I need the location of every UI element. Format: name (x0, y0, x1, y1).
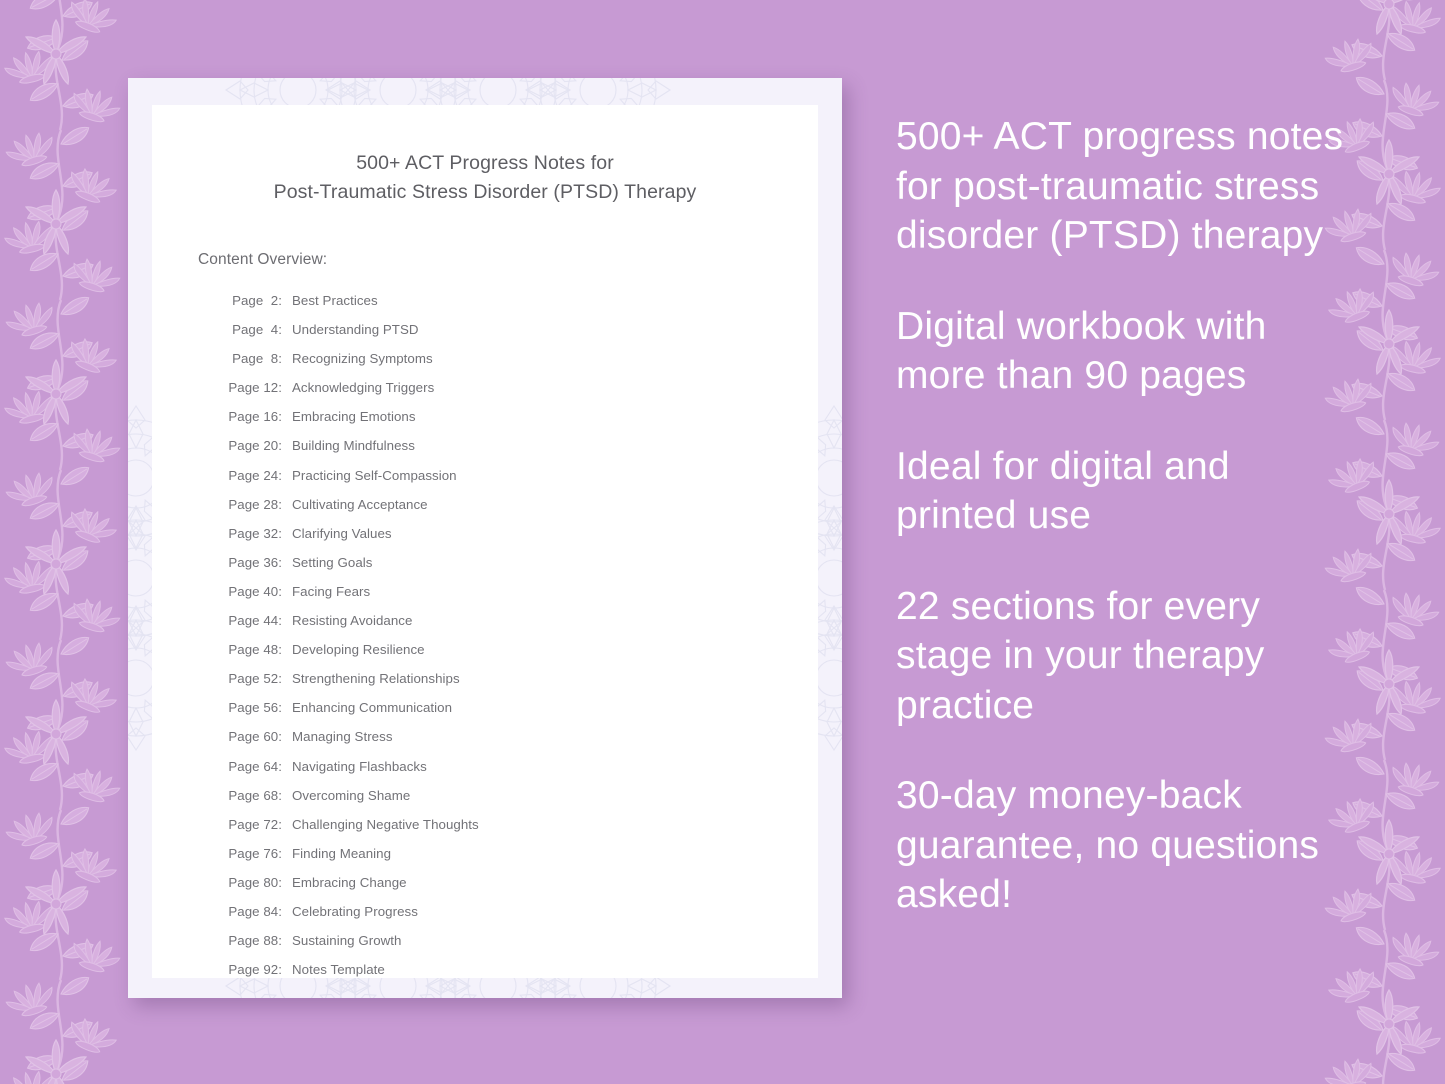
toc-section-title: Managing Stress (292, 729, 393, 745)
toc-section-title: Best Practices (292, 293, 378, 308)
content-overview-label: Content Overview: (198, 251, 328, 268)
toc-section-title: Understanding PTSD (292, 322, 419, 338)
toc-section-title: Strengthening Relationships (292, 671, 460, 687)
toc-section-title: Acknowledging Triggers (292, 380, 435, 396)
list-item: Page 52: Strengthening Relationships (222, 664, 772, 693)
list-item: Page 20: Building Mindfulness (222, 431, 772, 460)
toc-section-title: Celebrating Progress (292, 903, 418, 919)
list-item: Page 2: Best Practices (222, 286, 772, 315)
marketing-feature-list: 500+ ACT progress notes for post-traumat… (896, 112, 1348, 920)
marketing-block-usage: Ideal for digital and printed use (896, 444, 1230, 538)
marketing-block-guarantee: 30-day money-back guarantee, no question… (896, 774, 1320, 916)
toc-section-title: Facing Fears (292, 583, 371, 599)
table-of-contents-list: Page 2: Best Practices Page 4: Understan… (222, 286, 772, 984)
toc-page-number: Page 36: (228, 554, 282, 570)
toc-page-number: Page 88: (228, 933, 282, 949)
toc-page-number: Page 84: (228, 903, 282, 919)
list-item: Page 16: Embracing Emotions (222, 402, 772, 431)
toc-section-title: Setting Goals (292, 554, 373, 570)
toc-page-number: Page 8: (232, 351, 282, 367)
toc-page-number: Page 20: (228, 438, 282, 454)
toc-page-number: Page 24: (228, 467, 282, 483)
marketing-block-page-count: Digital workbook with more than 90 pages (896, 304, 1267, 398)
list-item: Page 92: Notes Template (222, 955, 772, 984)
toc-page-number: Page 4: (232, 322, 282, 338)
toc-section-title: Embracing Change (292, 874, 407, 890)
list-item: Page 40: Facing Fears (222, 577, 772, 606)
toc-page-number: Page 12: (228, 380, 282, 396)
toc-section-title: Embracing Emotions (292, 409, 416, 425)
toc-page-number: Page 92: (228, 962, 282, 978)
toc-page-number: Page 48: (228, 642, 282, 658)
toc-page-number: Page 52: (228, 671, 282, 687)
toc-section-title: Sustaining Growth (292, 933, 402, 949)
list-item: Page 56: Enhancing Communication (222, 693, 772, 722)
toc-section-title: Developing Resilience (292, 642, 425, 658)
toc-page-number: Page 56: (228, 700, 282, 716)
toc-section-title: Clarifying Values (292, 525, 392, 541)
list-item: Page 48: Developing Resilience (222, 635, 772, 664)
toc-page-number: Page 28: (228, 496, 282, 512)
toc-section-title: Overcoming Shame (292, 787, 411, 803)
floral-border-left-icon (0, 0, 122, 1084)
toc-section-title: Notes Template (292, 962, 385, 978)
toc-section-title: Recognizing Symptoms (292, 351, 433, 367)
page-title: 500+ ACT Progress Notes for Post-Traumat… (198, 149, 772, 207)
toc-section-title: Enhancing Communication (292, 700, 453, 716)
list-item: Page 68: Overcoming Shame (222, 781, 772, 810)
list-item: Page 28: Cultivating Acceptance (222, 490, 772, 519)
list-item: Page 44: Resisting Avoidance (222, 606, 772, 635)
toc-page-number: Page 64: (228, 758, 282, 774)
list-item: Page 32: Clarifying Values (222, 519, 772, 548)
document-page-sheet: 500+ ACT Progress Notes for Post-Traumat… (152, 105, 818, 978)
toc-section-title: Resisting Avoidance (292, 613, 413, 629)
list-item: Page 84: Celebrating Progress (222, 897, 772, 926)
toc-page-number: Page 16: (228, 409, 282, 425)
page-title-line-2: Post-Traumatic Stress Disorder (PTSD) Th… (273, 181, 697, 203)
page-title-line-1: 500+ ACT Progress Notes for (356, 152, 614, 174)
list-item: Page 88: Sustaining Growth (222, 926, 772, 955)
list-item: Page 4: Understanding PTSD (222, 315, 772, 344)
list-item: Page 60: Managing Stress (222, 722, 772, 751)
toc-section-title: Challenging Negative Thoughts (292, 816, 479, 832)
list-item: Page 24: Practicing Self-Compassion (222, 461, 772, 490)
list-item: Page 72: Challenging Negative Thoughts (222, 810, 772, 839)
list-item: Page 64: Navigating Flashbacks (222, 752, 772, 781)
toc-section-title: Navigating Flashbacks (292, 758, 427, 774)
list-item: Page 76: Finding Meaning (222, 839, 772, 868)
toc-page-number: Page 40: (228, 583, 282, 599)
toc-page-number: Page 60: (228, 729, 282, 745)
toc-section-title: Practicing Self-Compassion (292, 467, 457, 483)
toc-section-title: Building Mindfulness (292, 438, 415, 454)
toc-page-number: Page 76: (228, 845, 282, 861)
toc-page-number: Page 2: (232, 293, 282, 308)
toc-section-title: Finding Meaning (292, 845, 392, 861)
marketing-block-product-summary: 500+ ACT progress notes for post-traumat… (896, 115, 1344, 257)
list-item: Page 8: Recognizing Symptoms (222, 344, 772, 373)
list-item: Page 80: Embracing Change (222, 868, 772, 897)
toc-section-title: Cultivating Acceptance (292, 496, 428, 512)
marketing-block-sections: 22 sections for every stage in your ther… (896, 584, 1265, 727)
toc-page-number: Page 72: (228, 816, 282, 832)
toc-page-number: Page 44: (228, 613, 282, 629)
toc-page-number: Page 68: (228, 787, 282, 803)
product-preview-card: 500+ ACT Progress Notes for Post-Traumat… (128, 78, 842, 998)
toc-page-number: Page 32: (228, 525, 282, 541)
list-item: Page 36: Setting Goals (222, 548, 772, 577)
list-item: Page 12: Acknowledging Triggers (222, 373, 772, 402)
toc-page-number: Page 80: (228, 874, 282, 890)
